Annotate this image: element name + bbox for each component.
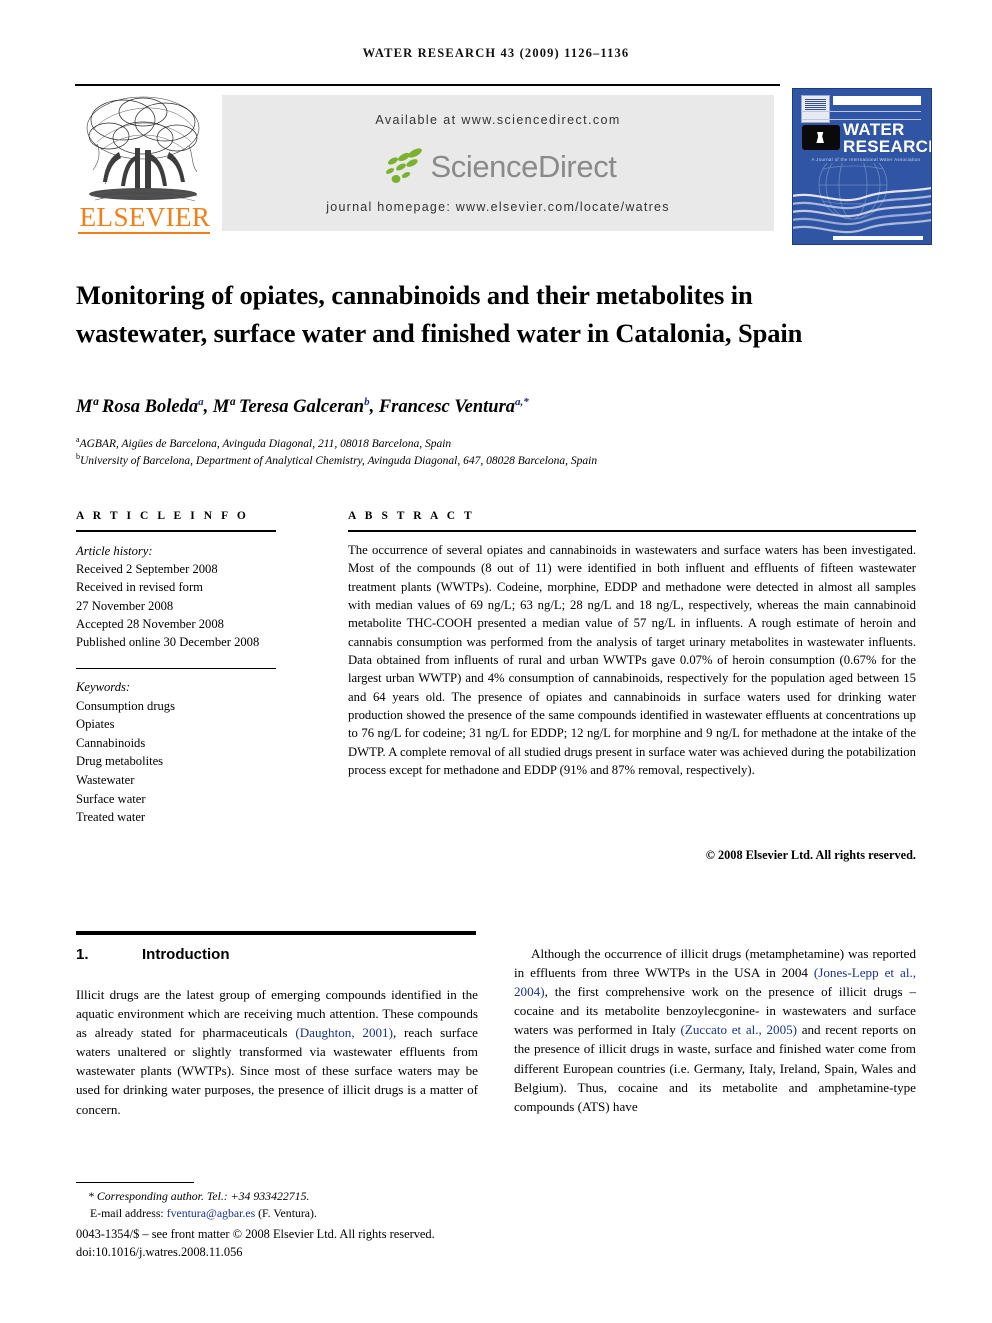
sciencedirect-band: Available at www.sciencedirect.com Scien… <box>222 95 774 231</box>
cover-title-line1: WATER <box>843 120 905 139</box>
citation-daughton-2001[interactable]: (Daughton, 2001) <box>295 1025 393 1040</box>
introduction-number: 1. <box>76 946 89 963</box>
body-column-left: Illicit drugs are the latest group of em… <box>76 985 478 1119</box>
masthead-top-rule <box>75 84 780 86</box>
keyword-item: Drug metabolites <box>76 754 164 769</box>
journal-cover-image: WATER RESEARCH A Journal of the Internat… <box>792 88 932 245</box>
abstract-rule <box>348 530 916 532</box>
elsevier-wordmark: ELSEVIER <box>79 202 211 232</box>
email-line: E-mail address: fventura@agbar.es (F. Ve… <box>76 1205 516 1222</box>
cover-bottom-bar <box>833 236 923 240</box>
abstract-heading: A B S T R A C T <box>348 510 475 522</box>
keywords-list: Keywords: Consumption drugs Opiates Cann… <box>76 678 286 827</box>
author-name-2: Mª Teresa Galceran <box>212 397 365 418</box>
cover-divider-1 <box>801 111 921 112</box>
sciencedirect-wordmark: ScienceDirect <box>430 149 617 184</box>
author-2-affil-marker: b <box>364 396 370 408</box>
cover-artwork <box>793 150 931 237</box>
running-head: WATER RESEARCH 43 (2009) 1126–1136 <box>362 46 630 60</box>
body-column-right: Although the occurrence of illicit drugs… <box>514 944 916 1116</box>
elsevier-underline <box>78 232 210 234</box>
author-3-affil-marker: a,* <box>515 396 529 408</box>
article-history-item: Published online 30 December 2008 <box>76 635 260 650</box>
article-history-item: Received 2 September 2008 <box>76 562 218 577</box>
affiliation-b-text: University of Barcelona, Department of A… <box>80 454 598 467</box>
sciencedirect-logo[interactable]: ScienceDirect <box>222 143 774 191</box>
issn-doi-block: 0043-1354/$ – see front matter © 2008 El… <box>76 1226 596 1261</box>
cover-subtitle: A Journal of the International Water Ass… <box>811 157 921 162</box>
corresponding-author-note: * Corresponding author. Tel.: +34 933422… <box>88 1189 310 1203</box>
keyword-item: Wastewater <box>76 772 135 787</box>
iwa-logo-icon <box>802 125 840 150</box>
introduction-heading: 1. Introduction <box>76 946 476 963</box>
cover-top-bar <box>833 96 921 105</box>
cover-title-line2: RESEARCH <box>843 137 932 156</box>
abstract-copyright: © 2008 Elsevier Ltd. All rights reserved… <box>705 848 916 862</box>
journal-homepage-text[interactable]: journal homepage: www.elsevier.com/locat… <box>222 200 774 214</box>
page-title: Monitoring of opiates, cannabinoids and … <box>76 279 803 348</box>
journal-article-page: WATER RESEARCH 43 (2009) 1126–1136 ELSEV… <box>0 0 992 1323</box>
email-label: E-mail address: <box>90 1206 167 1221</box>
elsevier-tree-icon <box>79 90 209 206</box>
affiliation-b: bUniversity of Barcelona, Department of … <box>76 449 916 469</box>
issn-line: 0043-1354/$ – see front matter © 2008 El… <box>76 1227 435 1241</box>
keyword-item: Opiates <box>76 717 115 732</box>
article-history-item: Received in revised form <box>76 580 203 595</box>
keyword-item: Surface water <box>76 791 146 806</box>
cover-title: WATER RESEARCH <box>843 120 932 156</box>
email-link[interactable]: fventura@agbar.es <box>167 1206 256 1220</box>
footnote-block: * Corresponding author. Tel.: +34 933422… <box>76 1188 516 1222</box>
abstract-text: The occurrence of several opiates and ca… <box>348 543 916 778</box>
introduction-title: Introduction <box>142 946 230 963</box>
article-info-heading: A R T I C L E I N F O <box>76 510 249 522</box>
article-info-rule <box>76 530 276 532</box>
doi-line: doi:10.1016/j.watres.2008.11.056 <box>76 1244 243 1259</box>
article-history-item: 27 November 2008 <box>76 598 174 613</box>
elsevier-logo: ELSEVIER <box>75 90 215 242</box>
keyword-item: Consumption drugs <box>76 698 176 713</box>
masthead: ELSEVIER Available at www.sciencedirect.… <box>75 88 932 245</box>
available-at-text: Available at www.sciencedirect.com <box>375 113 621 127</box>
keywords-label: Keywords: <box>76 680 131 694</box>
keywords-rule <box>76 668 276 670</box>
footnote-rule <box>76 1182 194 1184</box>
email-suffix: (F. Ventura). <box>255 1206 317 1221</box>
author-name-1: Mª Rosa Boleda <box>76 397 199 418</box>
article-history-item: Accepted 28 November 2008 <box>76 616 224 631</box>
sciencedirect-leaf-icon <box>386 148 423 183</box>
author-1-affil-marker: a <box>198 396 204 408</box>
keyword-item: Cannabinoids <box>76 735 146 750</box>
keyword-item: Treated water <box>76 810 146 825</box>
introduction-rule <box>76 931 476 935</box>
author-name-3: Francesc Ventura <box>378 397 516 418</box>
article-history: Article history: Received 2 September 20… <box>76 542 286 651</box>
article-history-label: Article history: <box>76 544 153 558</box>
citation-zuccato-2005[interactable]: (Zuccato et al., 2005) <box>681 1022 798 1037</box>
author-list: Mª Rosa Boledaa, Mª Teresa Galceranb, Fr… <box>76 396 529 418</box>
